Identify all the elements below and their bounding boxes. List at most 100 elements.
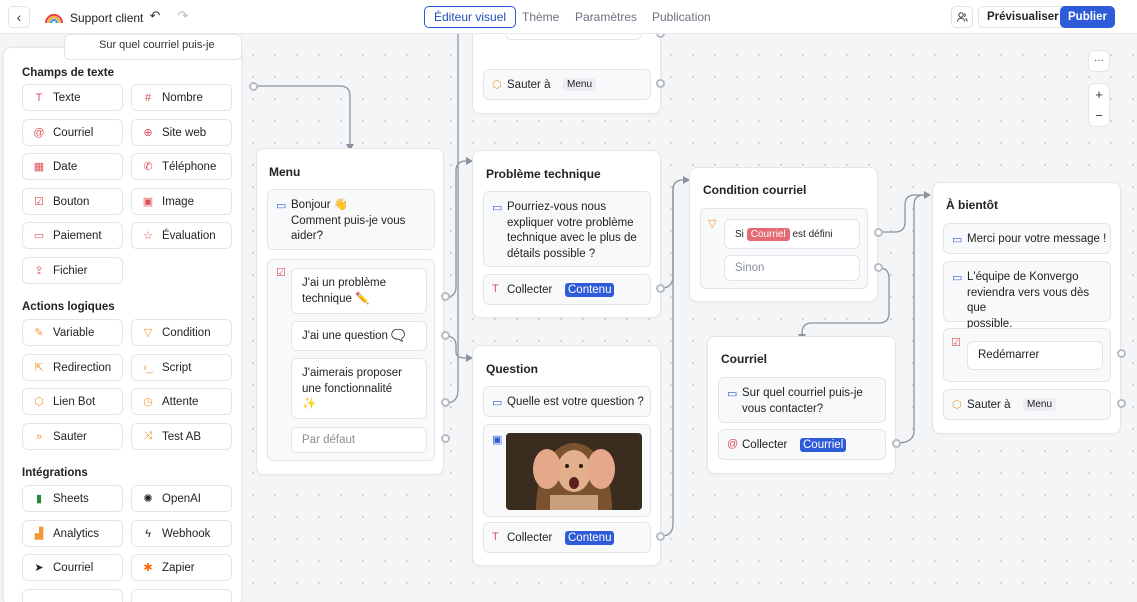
jump-target: Menu <box>1023 398 1057 411</box>
tab-publish[interactable]: Publication <box>642 6 721 28</box>
text-bubble-technical[interactable]: ▭ Pourriez-vous nous expliquer votre pro… <box>483 191 651 267</box>
condition-else[interactable]: Sinon <box>724 255 860 281</box>
block-redirect[interactable]: ⇱ Redirection <box>22 354 123 381</box>
team-msg-line2: reviendra vers vous dès que <box>967 286 1090 315</box>
port-restart[interactable] <box>1117 349 1126 358</box>
port-jump-top[interactable] <box>656 79 665 88</box>
text-bubble-greeting[interactable]: ▭ Bonjour 👋 Comment puis-je vous aider? <box>267 189 435 250</box>
collect-label: Collecter <box>507 532 553 544</box>
collect-block-email[interactable]: @ Collecter Courriel <box>718 429 886 460</box>
bot-name[interactable]: Support client <box>70 11 143 25</box>
buttons-block[interactable]: ☑ J'ai un problème technique ✏️ J'ai une… <box>267 259 435 461</box>
condition-block[interactable]: ▽ Si Courriel est défini Sinon <box>700 208 868 289</box>
block-date[interactable]: ▦ Date <box>22 153 123 180</box>
block-script[interactable]: ›_ Script <box>131 354 232 381</box>
port-choice-question[interactable] <box>441 331 450 340</box>
block-more-1[interactable] <box>22 589 123 602</box>
port-question-out[interactable] <box>656 532 665 541</box>
collect-block-question[interactable]: T Collecter Contenu <box>483 522 651 553</box>
text-bubble-email[interactable]: ▭ Sur quel courriel puis-je vous contact… <box>718 377 886 423</box>
block-send-email[interactable]: ➤ Courriel <box>22 554 123 581</box>
group-email[interactable]: Courriel ▭ Sur quel courriel puis-je vou… <box>707 336 896 474</box>
block-button[interactable]: ☑ Bouton <box>22 188 123 215</box>
redo-icon[interactable]: ↷ <box>174 8 192 26</box>
port-start-out[interactable] <box>249 82 258 91</box>
block-ab-test[interactable]: ⤨ Test AB <box>131 423 232 450</box>
block-label: Texte <box>53 91 81 104</box>
edge-choice2-question <box>445 335 472 359</box>
block-file[interactable]: ⇪ Fichier <box>22 257 123 284</box>
image-icon: ▣ <box>492 434 503 446</box>
block-email[interactable]: @ Courriel <box>22 119 123 146</box>
block-website[interactable]: ⊕ Site web <box>131 119 232 146</box>
collect-label: Collecter <box>742 439 788 451</box>
port-choice-default[interactable] <box>441 434 450 443</box>
block-sheets[interactable]: ▮ Sheets <box>22 485 123 512</box>
filter-icon: ▽ <box>143 327 153 339</box>
block-label: Variable <box>53 326 95 339</box>
block-variable[interactable]: ✎ Variable <box>22 319 123 346</box>
block-payment[interactable]: ▭ Paiement <box>22 222 123 249</box>
publish-button[interactable]: Publier <box>1060 6 1115 28</box>
block-rating[interactable]: ☆ Évaluation <box>131 222 232 249</box>
group-technical-problem[interactable]: Problème technique ▭ Pourriez-vous nous … <box>472 150 661 318</box>
choice-question[interactable]: J'ai une question 🗨️ <box>291 321 427 351</box>
choice-feature[interactable]: J'aimerais proposer une fonctionnalité ✨ <box>291 358 427 419</box>
group-email-condition[interactable]: Condition courriel ▽ Si Courriel est déf… <box>689 167 878 302</box>
jump-block[interactable]: ⬡ Sauter à Menu <box>943 389 1111 420</box>
group-question[interactable]: Question ▭ Quelle est votre question ? ▣… <box>472 345 661 566</box>
group-menu[interactable]: Menu ▭ Bonjour 👋 Comment puis-je vous ai… <box>256 148 444 475</box>
checkbox-icon: ☑ <box>276 267 286 279</box>
block-bot-link[interactable]: ⬡ Lien Bot <box>22 388 123 415</box>
port-condition-else[interactable] <box>874 263 883 272</box>
image-bubble[interactable]: ▣ <box>483 424 651 517</box>
block-image[interactable]: ▣ Image <box>131 188 232 215</box>
text-bubble-team[interactable]: ▭ L'équipe de Konvergo reviendra vers vo… <box>943 261 1111 330</box>
preview-button[interactable]: Prévisualiser <box>978 6 1068 28</box>
top-bar: ‹ Support client ↶ ↷ Éditeur visuel Thèm… <box>0 0 1137 34</box>
restart-button[interactable]: Redémarrer <box>967 341 1103 370</box>
block-webhook[interactable]: ϟ Webhook <box>131 520 232 547</box>
split-icon: ⤨ <box>143 430 153 442</box>
text-bubble-question[interactable]: ▭ Quelle est votre question ? <box>483 386 651 417</box>
block-text[interactable]: T Texte <box>22 84 123 111</box>
jump-block-top[interactable]: ⬡ Sauter à Menu <box>483 69 651 100</box>
block-openai[interactable]: ✺ OpenAI <box>131 485 232 512</box>
block-more-2[interactable] <box>131 589 232 602</box>
block-number[interactable]: # Nombre <box>131 84 232 111</box>
tab-settings[interactable]: Paramètres <box>565 6 647 28</box>
block-phone[interactable]: ✆ Téléphone <box>131 153 232 180</box>
text-bubble-thanks[interactable]: ▭ Merci pour votre message ! <box>943 223 1111 254</box>
canvas-menu-button[interactable]: ··· <box>1088 50 1110 72</box>
choice-default[interactable]: Par défaut <box>291 427 427 453</box>
group-goodbye[interactable]: À bientôt ▭ Merci pour votre message ! ▭… <box>932 182 1121 434</box>
block-wait[interactable]: ◷ Attente <box>131 388 232 415</box>
block-analytics[interactable]: ▟ Analytics <box>22 520 123 547</box>
restart-block[interactable]: ☑ Redémarrer <box>943 328 1111 382</box>
choice-technical[interactable]: J'ai un problème technique ✏️ <box>291 268 427 314</box>
back-icon[interactable]: ‹ <box>8 6 30 28</box>
block-condition[interactable]: ▽ Condition <box>131 319 232 346</box>
port-condition-if[interactable] <box>874 228 883 237</box>
block-jump[interactable]: » Sauter <box>22 423 123 450</box>
collect-block-technical[interactable]: T Collecter Contenu <box>483 274 651 305</box>
zoom-out-button[interactable]: − <box>1089 106 1109 128</box>
collaborators-icon[interactable] <box>951 6 973 28</box>
undo-icon[interactable]: ↶ <box>146 8 164 26</box>
port-technical-out[interactable] <box>656 284 665 293</box>
port-choice-feature[interactable] <box>441 398 450 407</box>
zoom-in-button[interactable]: + <box>1089 84 1109 106</box>
section-logic: Actions logiques <box>22 301 115 313</box>
block-label: Téléphone <box>162 160 217 173</box>
tab-theme[interactable]: Thème <box>512 6 569 28</box>
group-title: Question <box>486 362 539 376</box>
tab-visual-editor[interactable]: Éditeur visuel <box>424 6 517 28</box>
block-zapier[interactable]: ✱ Zapier <box>131 554 232 581</box>
chat-bubble-icon: ▭ <box>492 397 503 409</box>
openai-icon: ✺ <box>143 493 153 505</box>
port-choice-technical[interactable] <box>441 292 450 301</box>
tech-msg-line2: expliquer votre problème <box>507 216 634 229</box>
port-email-out[interactable] <box>892 439 901 448</box>
port-goodbye-jump[interactable] <box>1117 399 1126 408</box>
condition-if[interactable]: Si Courriel est défini <box>724 219 860 249</box>
